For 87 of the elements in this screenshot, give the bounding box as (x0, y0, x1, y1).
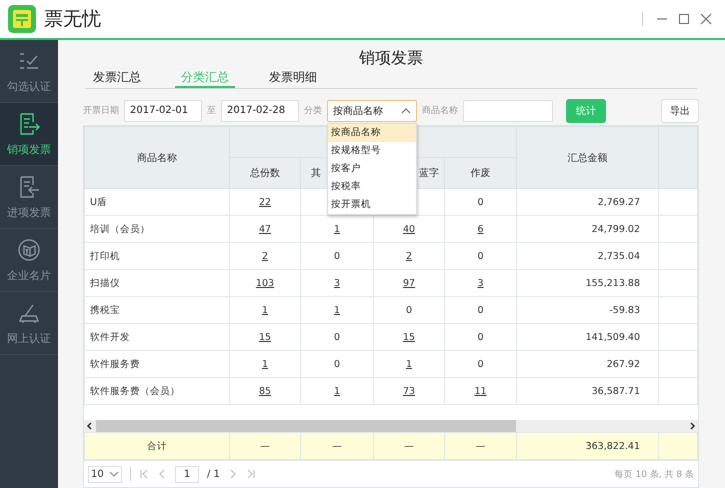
table-cell: 0 (477, 358, 484, 370)
table-cell: 141,509.40 (586, 332, 640, 342)
table-cell: — (230, 432, 300, 460)
product-name-label: 商品名称 (422, 104, 458, 117)
date-label: 开票日期 (83, 104, 119, 117)
table-cell: — (300, 432, 374, 460)
count-link[interactable]: 3 (334, 278, 340, 288)
table-cell: 0 (334, 358, 340, 370)
pagination-summary: 每页 10 条, 共 8 条 (614, 468, 694, 480)
column-header: 总份数 (230, 158, 300, 188)
table-cell: 2,769.27 (598, 196, 640, 208)
scroll-left-icon[interactable] (86, 422, 94, 430)
count-link[interactable]: 1 (262, 358, 268, 370)
page-size-select[interactable]: 10 (88, 466, 122, 482)
table-cell: 软件服务费（会员） (90, 386, 180, 396)
table-cell: 打印机 (90, 250, 120, 262)
table-cell: 0 (477, 250, 484, 262)
table-cell: 软件服务费 (90, 358, 140, 370)
category-dropdown[interactable]: 按商品名称 (327, 100, 417, 122)
sidebar-item[interactable]: 销项发票 (0, 103, 58, 166)
count-link[interactable]: 1 (334, 224, 340, 234)
table-cell: 267.92 (606, 358, 640, 370)
table-cell: 0 (477, 332, 484, 342)
page-number-field[interactable]: 1 (175, 466, 199, 482)
export-button[interactable]: 导出 (661, 98, 699, 122)
count-link[interactable]: 1 (334, 386, 340, 396)
count-link[interactable]: 22 (258, 196, 272, 208)
tab[interactable]: 发票汇总 (87, 69, 147, 88)
count-link[interactable]: 15 (402, 332, 416, 342)
dropdown-option[interactable]: 按商品名称 (328, 124, 416, 142)
count-link[interactable]: 6 (477, 224, 484, 234)
count-link[interactable]: 1 (406, 358, 412, 370)
table-cell: 0 (334, 332, 340, 342)
count-link[interactable]: 97 (402, 278, 416, 288)
table-cell: 培训（会员） (90, 224, 150, 234)
count-link[interactable]: 85 (258, 386, 272, 396)
table-cell: 0 (334, 250, 340, 262)
scroll-right-icon[interactable] (688, 422, 696, 430)
table-cell: 363,822.41 (516, 432, 658, 460)
app-logo-icon (8, 5, 36, 33)
count-link[interactable]: 2 (262, 250, 268, 262)
page-title: 销项发票 (358, 48, 424, 69)
count-link[interactable]: 47 (258, 224, 272, 234)
page-count: / 1 (207, 468, 220, 480)
table-cell: 24,799.02 (592, 224, 640, 234)
dropdown-option[interactable]: 按规格型号 (328, 142, 416, 160)
table-cell: -59.83 (609, 304, 640, 316)
column-header: 商品名称 (84, 126, 230, 188)
product-name-field[interactable] (463, 100, 553, 122)
table-cell: 0 (477, 196, 484, 208)
to-label: 至 (207, 105, 216, 117)
table-cell: 36,587.71 (592, 386, 640, 396)
table-cell: 0 (477, 304, 484, 316)
column-header: 作废 (444, 158, 516, 188)
count-link[interactable]: 40 (402, 224, 416, 234)
table-cell: 155,213.88 (586, 278, 640, 288)
column-header: 汇总金额 (516, 126, 658, 188)
previous-page-icon[interactable] (157, 469, 167, 479)
first-page-icon[interactable] (139, 469, 149, 479)
table-cell: 0 (406, 304, 412, 316)
start-date-field[interactable]: 2017-02-01 (124, 100, 202, 122)
dropdown-option[interactable]: 按开票机 (328, 196, 416, 214)
table-cell: 合计 (84, 432, 230, 460)
next-page-icon[interactable] (228, 469, 238, 479)
caret-icon (109, 471, 119, 477)
count-link[interactable]: 103 (256, 278, 274, 288)
horizontal-scrollbar[interactable] (84, 420, 698, 432)
table-cell: U盾 (90, 196, 107, 208)
caret-icon (401, 108, 411, 114)
count-link[interactable]: 15 (258, 332, 272, 342)
table-cell: 软件开发 (90, 332, 130, 342)
count-link[interactable]: 1 (334, 304, 340, 316)
category-label: 分类 (304, 104, 322, 117)
count-link[interactable]: 2 (406, 250, 412, 262)
end-date-field[interactable]: 2017-02-28 (221, 100, 299, 122)
count-link[interactable]: 3 (477, 278, 484, 288)
app-name: 票无忧 (44, 7, 101, 32)
count-link[interactable]: 1 (262, 304, 268, 316)
last-page-icon[interactable] (246, 469, 256, 479)
table-cell: 扫描仪 (90, 278, 120, 288)
table-cell: 2,735.04 (598, 250, 640, 262)
count-link[interactable]: 11 (474, 386, 487, 396)
tab[interactable]: 发票明细 (263, 69, 323, 88)
table-cell: — (374, 432, 444, 460)
table-cell: — (444, 432, 516, 460)
count-link[interactable]: 73 (402, 386, 416, 396)
table-cell: 携税宝 (90, 304, 120, 316)
